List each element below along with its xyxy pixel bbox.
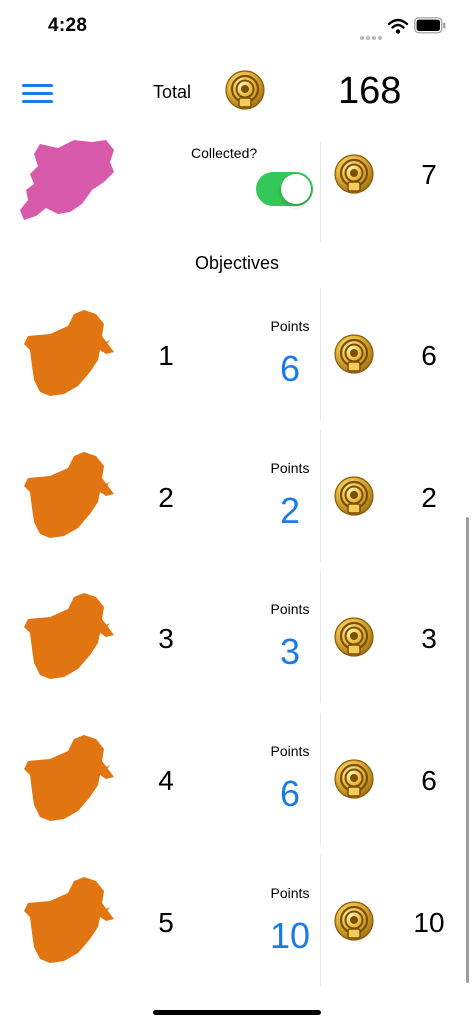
objective-number: 5: [158, 907, 174, 938]
objectives-section-header: Objectives: [194, 253, 280, 273]
bird-silhouette-icon: [20, 731, 116, 827]
coin-icon: [333, 334, 375, 376]
collected-toggle[interactable]: [256, 172, 313, 206]
points-value: 2: [279, 490, 301, 531]
objective-value: 6: [421, 765, 437, 796]
objective-row[interactable]: 5 Points 10 10: [0, 855, 474, 997]
objective-row[interactable]: 4 Points 6 6: [0, 713, 474, 855]
coin-icon: [333, 154, 375, 196]
objective-number: 3: [158, 623, 174, 654]
points-label: Points: [270, 885, 310, 901]
objective-number: 4: [158, 765, 174, 796]
coin-icon: [224, 70, 266, 112]
points-label: Points: [270, 601, 310, 617]
cellular-signal-icon: [360, 29, 384, 47]
points-value: 6: [279, 773, 301, 814]
points-label: Points: [270, 743, 310, 759]
coin-icon: [333, 901, 375, 943]
bird-silhouette-icon: [20, 589, 116, 685]
column-divider: [320, 288, 321, 420]
column-divider: [320, 855, 321, 987]
battery-icon: [414, 17, 446, 34]
collected-label: Collected?: [191, 145, 258, 161]
objective-row[interactable]: 3 Points 3 3: [0, 571, 474, 713]
coin-icon: [333, 476, 375, 518]
column-divider: [320, 571, 321, 703]
objective-row[interactable]: 2 Points 2 2: [0, 430, 474, 572]
points-value: 10: [269, 915, 311, 956]
points-value: 6: [279, 348, 301, 389]
points-label: Points: [270, 318, 310, 334]
objective-row[interactable]: 1 Points 6 6: [0, 288, 474, 430]
bird-silhouette-icon: [20, 306, 116, 402]
bird-silhouette-icon: [20, 448, 116, 544]
objective-number: 1: [158, 340, 174, 371]
scrollbar[interactable]: [466, 517, 469, 983]
wifi-icon: [387, 18, 409, 34]
column-divider: [320, 142, 321, 242]
points-value: 3: [279, 631, 301, 672]
collected-value: 7: [421, 159, 437, 190]
total-value: 168: [338, 70, 402, 112]
home-indicator[interactable]: [153, 1010, 321, 1015]
status-time: 4:28: [48, 15, 88, 36]
objective-value: 3: [421, 623, 437, 654]
pink-bird-silhouette-icon: [20, 140, 114, 220]
coin-icon: [333, 759, 375, 801]
column-divider: [320, 430, 321, 562]
total-label: Total: [153, 82, 192, 102]
objective-value: 10: [413, 907, 445, 938]
objective-number: 2: [158, 482, 174, 513]
objective-value: 2: [421, 482, 437, 513]
coin-icon: [333, 617, 375, 659]
objective-value: 6: [421, 340, 437, 371]
hamburger-menu-icon[interactable]: [22, 84, 53, 103]
points-label: Points: [270, 460, 310, 476]
bird-silhouette-icon: [20, 873, 116, 969]
column-divider: [320, 713, 321, 845]
